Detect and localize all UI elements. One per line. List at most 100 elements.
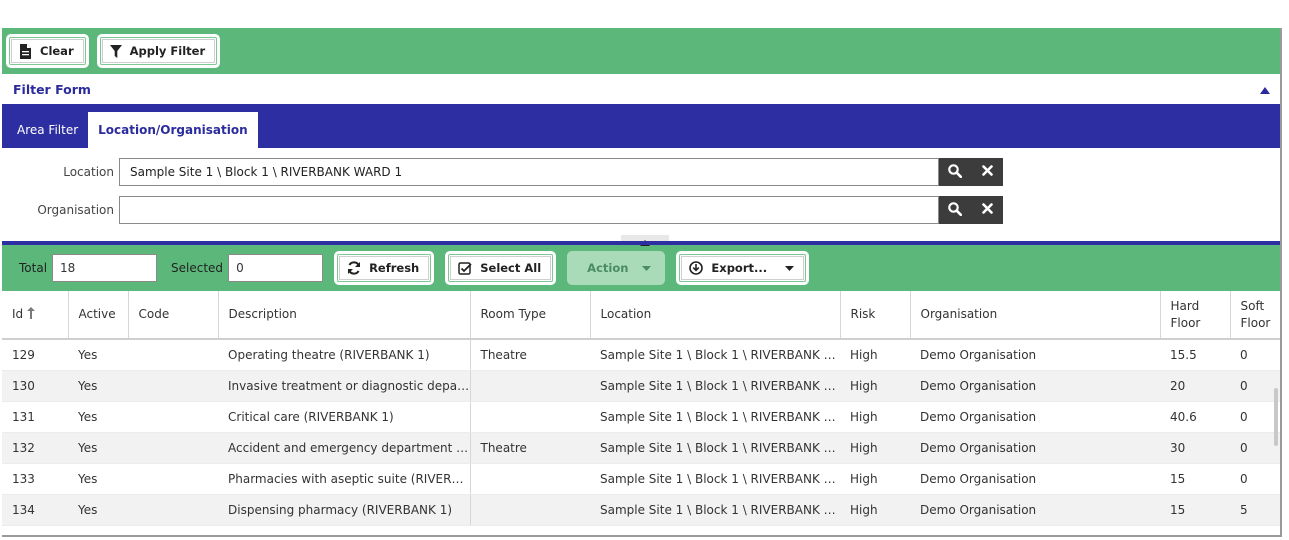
clear-button[interactable]: Clear (6, 34, 89, 68)
cell-active: Yes (68, 432, 128, 464)
refresh-label: Refresh (369, 261, 420, 275)
file-icon (19, 43, 32, 59)
cell-room-type (470, 463, 590, 495)
cell-risk: High (840, 432, 910, 464)
clear-label: Clear (40, 44, 74, 58)
cell-hard-floor: 20 (1160, 370, 1230, 402)
tab-area-filter[interactable]: Area Filter (7, 112, 88, 148)
cell-risk: High (840, 339, 910, 371)
cell-risk: High (840, 401, 910, 433)
column-header-organisation[interactable]: Organisation (910, 291, 1161, 340)
cell-hard-floor: 40.6 (1160, 401, 1230, 433)
cell-id: 134 (2, 494, 68, 526)
organisation-search-button[interactable] (939, 196, 971, 224)
cell-hard-floor: 15.5 (1160, 339, 1230, 371)
cell-active: Yes (68, 339, 128, 371)
export-dropdown[interactable]: Export... (676, 251, 810, 285)
cell-id: 131 (2, 401, 68, 433)
cell-location: Sample Site 1 \ Block 1 \ RIVERBANK W... (590, 370, 840, 402)
apply-filter-button[interactable]: Apply Filter (96, 34, 221, 68)
cell-hard-floor: 15 (1160, 494, 1230, 526)
data-table: Id Active Code Description Room Type Loc… (2, 291, 1280, 526)
organisation-clear-button[interactable] (971, 196, 1003, 224)
cell-risk: High (840, 463, 910, 495)
cell-soft-floor: 0 (1230, 401, 1280, 433)
cell-description: Operating theatre (RIVERBANK 1) (218, 339, 471, 371)
grid-toolbar: Total 18 Selected 0 Refresh Select All A… (2, 245, 1280, 291)
cell-id: 132 (2, 432, 68, 464)
column-header-risk[interactable]: Risk (840, 291, 911, 340)
cell-soft-floor: 5 (1230, 494, 1280, 526)
cell-location: Sample Site 1 \ Block 1 \ RIVERBANK W... (590, 339, 840, 371)
organisation-row: Organisation (2, 196, 1003, 224)
panel-divider (2, 241, 1280, 245)
cell-room-type (470, 401, 590, 433)
close-icon (981, 203, 993, 217)
table-row[interactable]: 132 Yes Accident and emergency department … (2, 432, 1280, 464)
selected-label: Selected (171, 261, 224, 275)
export-label: Export... (711, 261, 768, 275)
filter-fields: Location Sample Site 1 \ Block 1 \ RIVER… (2, 148, 1280, 246)
search-icon (948, 163, 963, 181)
filter-form-title: Filter Form (13, 81, 91, 97)
checkbox-icon (458, 261, 472, 275)
table-row[interactable]: 134 Yes Dispensing pharmacy (RIVERBANK 1) S… (2, 494, 1280, 526)
cell-code (128, 432, 218, 464)
filter-icon (109, 44, 122, 58)
refresh-button[interactable]: Refresh (334, 251, 435, 285)
cell-location: Sample Site 1 \ Block 1 \ RIVERBANK W... (590, 463, 840, 495)
cell-active: Yes (68, 494, 128, 526)
cell-risk: High (840, 370, 910, 402)
cell-soft-floor: 0 (1230, 432, 1280, 464)
column-header-hard-floor[interactable]: Hard Floor (1160, 291, 1231, 340)
cell-hard-floor: 30 (1160, 432, 1230, 464)
apply-filter-label: Apply Filter (129, 44, 206, 58)
vertical-scrollbar[interactable] (1274, 388, 1278, 446)
cell-code (128, 463, 218, 495)
table-header-row: Id Active Code Description Room Type Loc… (2, 291, 1280, 340)
cell-id: 133 (2, 463, 68, 495)
cell-id: 130 (2, 370, 68, 402)
column-header-code[interactable]: Code (128, 291, 219, 340)
column-header-id[interactable]: Id (2, 291, 69, 340)
cell-description: Accident and emergency department (... (218, 432, 471, 464)
cell-soft-floor: 0 (1230, 339, 1280, 371)
column-header-label: Id (12, 307, 24, 321)
total-label: Total (19, 261, 48, 275)
tab-location-organisation[interactable]: Location/Organisation (88, 112, 258, 148)
organisation-field[interactable] (119, 196, 939, 224)
cell-location: Sample Site 1 \ Block 1 \ RIVERBANK W... (590, 432, 840, 464)
cell-soft-floor: 0 (1230, 370, 1280, 402)
cell-code (128, 339, 218, 371)
location-row: Location Sample Site 1 \ Block 1 \ RIVER… (2, 158, 1003, 186)
location-clear-button[interactable] (971, 158, 1003, 186)
column-header-location[interactable]: Location (590, 291, 841, 340)
table-row[interactable]: 131 Yes Critical care (RIVERBANK 1) Sample … (2, 401, 1280, 433)
location-field[interactable]: Sample Site 1 \ Block 1 \ RIVERBANK WARD… (119, 158, 939, 186)
caret-down-icon (642, 265, 652, 271)
cell-organisation: Demo Organisation (910, 432, 1160, 464)
action-dropdown[interactable]: Action (567, 251, 666, 285)
select-all-button[interactable]: Select All (445, 251, 557, 285)
cell-code (128, 494, 218, 526)
table-body: 129 Yes Operating theatre (RIVERBANK 1) The… (2, 339, 1280, 526)
column-header-room-type[interactable]: Room Type (470, 291, 591, 340)
cell-active: Yes (68, 463, 128, 495)
select-all-label: Select All (480, 261, 542, 275)
caret-down-icon (785, 265, 795, 271)
cell-description: Critical care (RIVERBANK 1) (218, 401, 471, 433)
cell-organisation: Demo Organisation (910, 339, 1160, 371)
chevron-up-icon[interactable] (1260, 82, 1270, 97)
column-header-active[interactable]: Active (68, 291, 129, 340)
total-field: 18 (52, 254, 158, 282)
cell-active: Yes (68, 370, 128, 402)
cell-organisation: Demo Organisation (910, 370, 1160, 402)
table-row[interactable]: 129 Yes Operating theatre (RIVERBANK 1) The… (2, 339, 1280, 371)
table-row[interactable]: 133 Yes Pharmacies with aseptic suite (RIV… (2, 463, 1280, 495)
location-search-button[interactable] (939, 158, 971, 186)
table-row[interactable]: 130 Yes Invasive treatment or diagnostic d… (2, 370, 1280, 402)
column-header-soft-floor[interactable]: Soft Floor (1230, 291, 1280, 340)
filter-form-header[interactable]: Filter Form (2, 74, 1280, 104)
top-toolbar: Clear Apply Filter (2, 28, 1280, 74)
column-header-description[interactable]: Description (218, 291, 471, 340)
